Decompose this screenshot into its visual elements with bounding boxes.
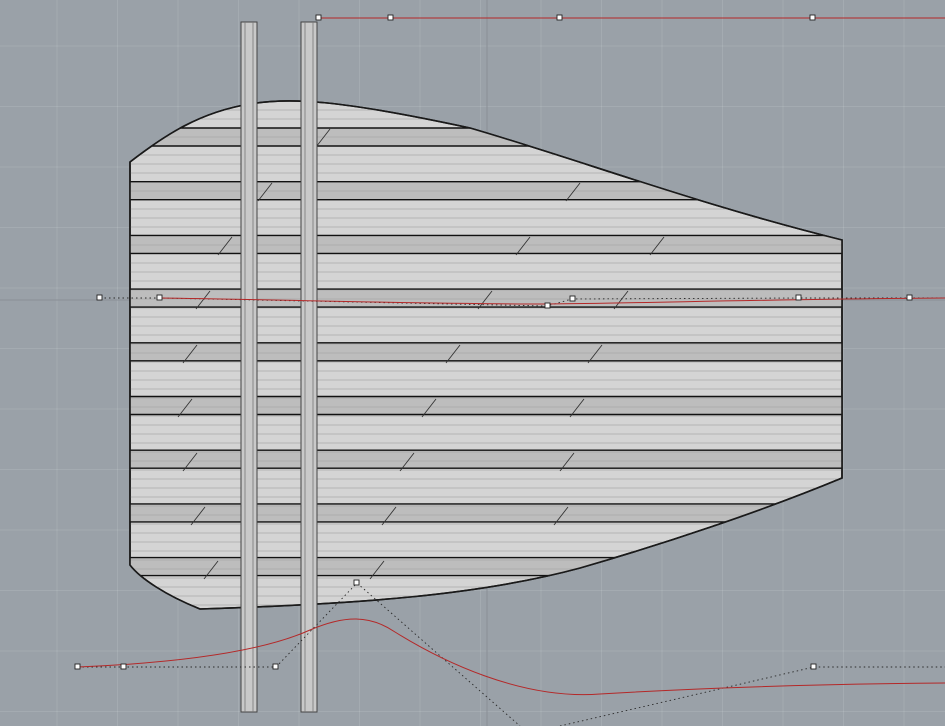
plank-band	[130, 343, 842, 362]
control-point[interactable]	[272, 663, 279, 670]
control-point[interactable]	[795, 294, 802, 301]
control-point[interactable]	[96, 294, 103, 301]
control-point[interactable]	[387, 14, 394, 21]
top-viewport[interactable]	[0, 0, 945, 726]
viewport-scene[interactable]	[0, 0, 945, 726]
control-point[interactable]	[810, 663, 817, 670]
control-point[interactable]	[315, 14, 322, 21]
plank-shading	[130, 128, 842, 577]
plank-band	[130, 397, 842, 415]
plank-band	[130, 504, 842, 523]
plank-band	[130, 558, 842, 577]
plank-band	[130, 450, 842, 469]
control-point[interactable]	[906, 294, 913, 301]
control-point[interactable]	[120, 663, 127, 670]
control-point[interactable]	[156, 294, 163, 301]
control-point[interactable]	[809, 14, 816, 21]
control-point[interactable]	[353, 579, 360, 586]
control-point[interactable]	[556, 14, 563, 21]
control-point[interactable]	[544, 302, 551, 309]
control-point[interactable]	[569, 295, 576, 302]
curve-top[interactable]	[315, 14, 945, 21]
control-point[interactable]	[74, 663, 81, 670]
rail-right[interactable]	[300, 21, 318, 713]
rail-left[interactable]	[240, 21, 258, 713]
plank-band	[130, 128, 842, 147]
